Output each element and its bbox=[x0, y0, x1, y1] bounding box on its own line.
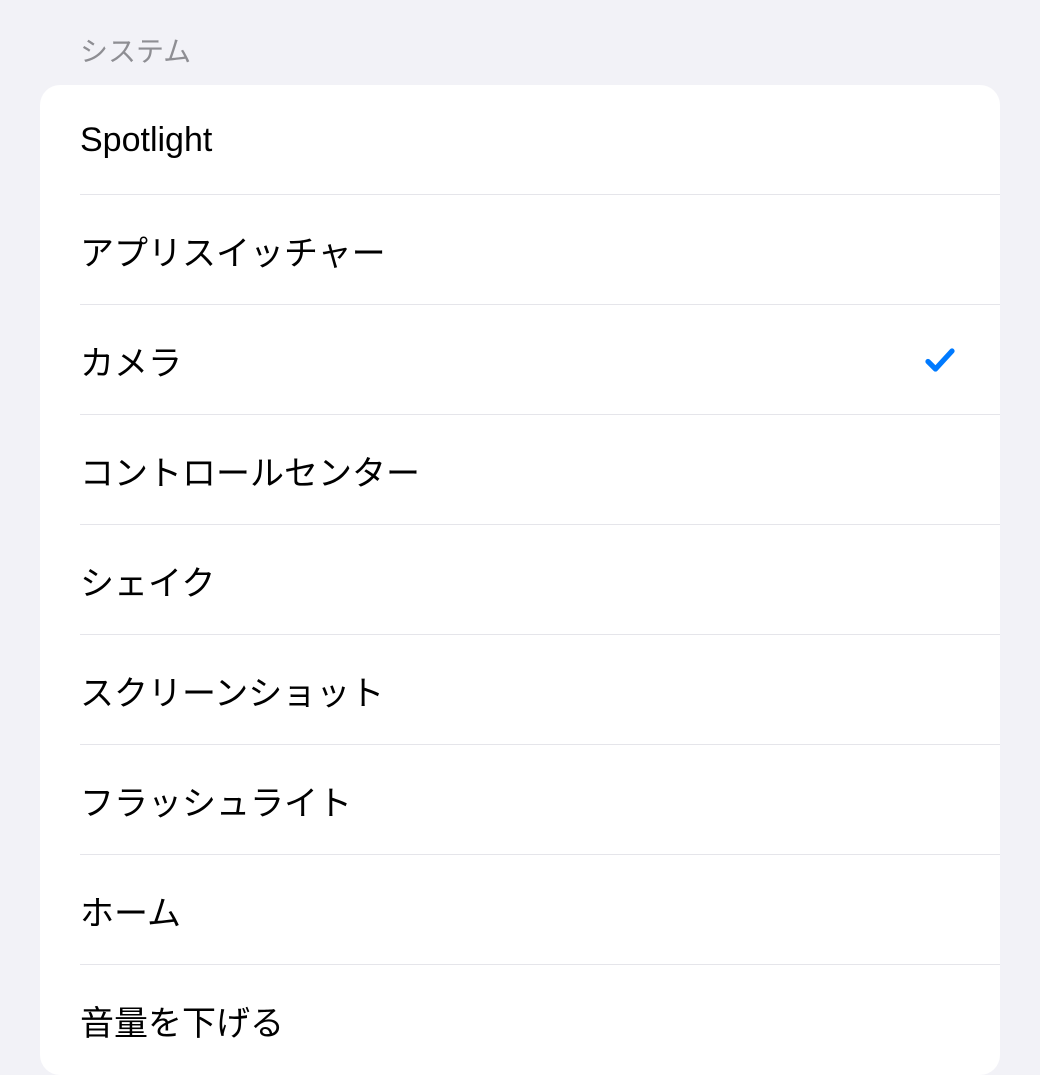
item-label: Spotlight bbox=[80, 121, 212, 160]
checkmark-icon bbox=[920, 340, 960, 380]
item-label: カメラ bbox=[80, 336, 182, 385]
item-label: アプリスイッチャー bbox=[80, 226, 386, 275]
list-item-shake[interactable]: シェイク bbox=[40, 525, 1000, 635]
list-item-app-switcher[interactable]: アプリスイッチャー bbox=[40, 195, 1000, 305]
list-item-volume-down[interactable]: 音量を下げる bbox=[40, 965, 1000, 1075]
item-label: コントロールセンター bbox=[80, 446, 420, 495]
list-item-screenshot[interactable]: スクリーンショット bbox=[40, 635, 1000, 745]
item-label: フラッシュライト bbox=[80, 776, 352, 825]
list-item-home[interactable]: ホーム bbox=[40, 855, 1000, 965]
item-label: 音量を下げる bbox=[80, 996, 284, 1045]
list-item-spotlight[interactable]: Spotlight bbox=[40, 85, 1000, 195]
item-label: ホーム bbox=[80, 886, 181, 935]
list-item-camera[interactable]: カメラ bbox=[40, 305, 1000, 415]
list-item-flashlight[interactable]: フラッシュライト bbox=[40, 745, 1000, 855]
list-item-control-center[interactable]: コントロールセンター bbox=[40, 415, 1000, 525]
section-header-system: システム bbox=[40, 0, 1000, 85]
item-label: シェイク bbox=[80, 556, 215, 605]
system-actions-list: Spotlight アプリスイッチャー カメラ コントロールセンター シェイク … bbox=[40, 85, 1000, 1075]
item-label: スクリーンショット bbox=[80, 666, 384, 715]
